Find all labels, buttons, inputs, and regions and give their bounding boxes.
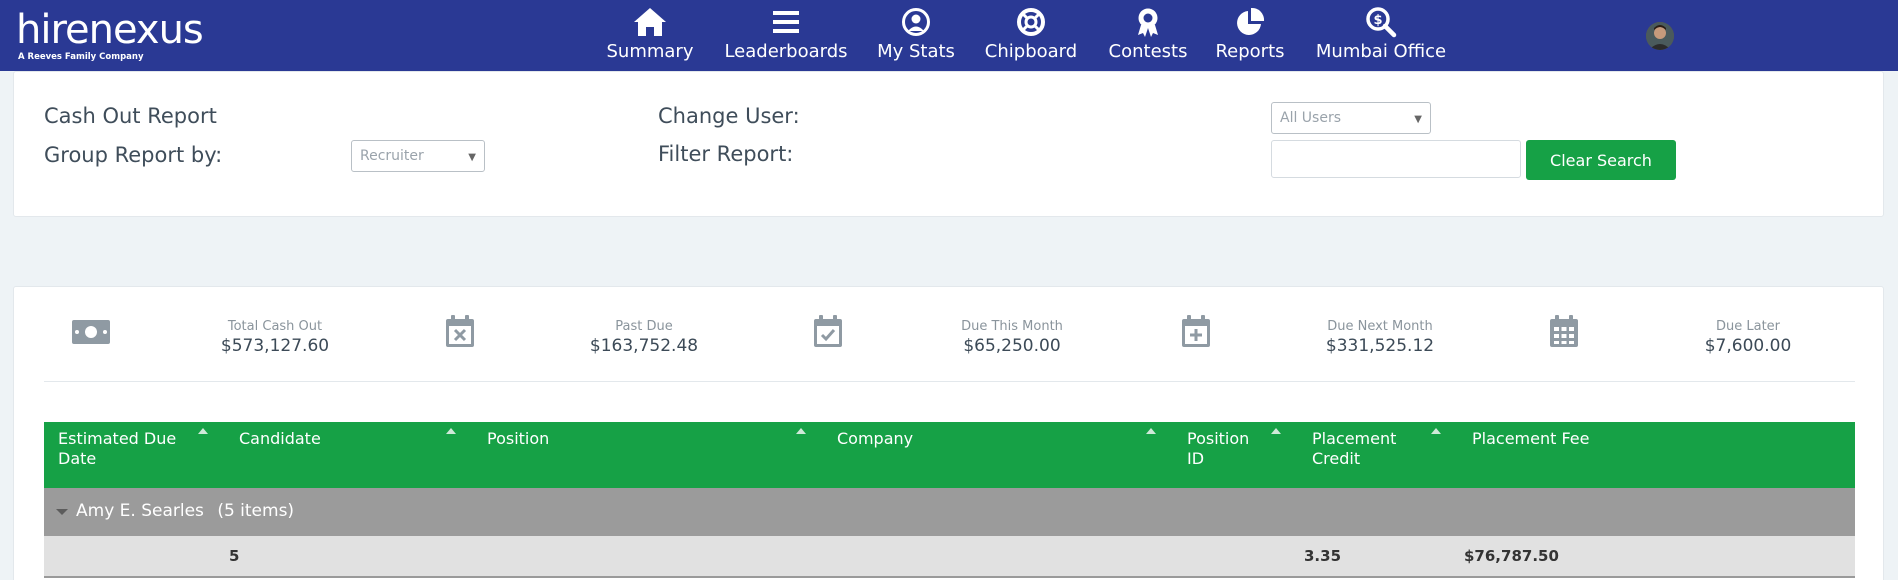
nav-label: Leaderboards <box>724 41 848 62</box>
nav-item-chipboard[interactable]: Chipboard <box>978 0 1084 71</box>
collapse-caret-icon[interactable] <box>56 509 68 515</box>
calendar-check-icon <box>812 314 844 348</box>
placement-fee-total: $76,787.50 <box>1464 547 1559 565</box>
table-group-row[interactable]: Amy E. Searles (5 items) <box>44 488 1855 536</box>
nav-label: Contests <box>1108 41 1188 62</box>
sort-icon[interactable] <box>1431 428 1441 434</box>
calendar-icon <box>1548 314 1580 348</box>
sort-icon[interactable] <box>198 428 208 434</box>
clear-search-button[interactable]: Clear Search <box>1526 140 1676 180</box>
change-user-label: Change User: <box>658 104 800 128</box>
sort-icon[interactable] <box>796 428 806 434</box>
column-header-line: Candidate <box>239 429 321 448</box>
nav-label: Reports <box>1215 41 1285 62</box>
column-header-line: Estimated Due <box>58 429 177 448</box>
column-header-line: Placement Fee <box>1472 429 1590 448</box>
search-dollar-icon: $ <box>1365 7 1397 38</box>
group-name: Amy E. Searles <box>76 501 204 521</box>
column-header-placement-fee[interactable]: Placement Fee <box>1472 429 1589 449</box>
nav-label: My Stats <box>877 41 955 62</box>
column-header-placement-credit[interactable]: Placement Credit <box>1312 429 1396 469</box>
nav-item-reports[interactable]: Reports <box>1212 0 1288 71</box>
column-header-position-id[interactable]: Position ID <box>1187 429 1249 469</box>
nav-item-leaderboards[interactable]: Leaderboards <box>718 0 854 71</box>
stat-label: Total Cash Out <box>227 319 323 334</box>
stat-total-cash-out: Total Cash Out $573,127.60 <box>175 319 375 356</box>
column-header-line: Placement <box>1312 429 1397 448</box>
table-group-totals-row: 5 3.35 $76,787.50 <box>44 536 1855 578</box>
column-header-line: ID <box>1187 449 1205 468</box>
filter-report-label: Filter Report: <box>658 142 794 166</box>
award-icon <box>1135 7 1161 37</box>
column-header-position[interactable]: Position <box>487 429 549 449</box>
column-header-line: Position <box>487 429 550 448</box>
calendar-x-icon <box>444 314 476 348</box>
nav-item-contests[interactable]: Contests <box>1104 0 1192 71</box>
svg-text:$: $ <box>1373 13 1382 28</box>
sort-icon[interactable] <box>1146 428 1156 434</box>
user-circle-icon <box>901 7 931 37</box>
stat-past-due: Past Due $163,752.48 <box>544 319 744 356</box>
chevron-down-icon: ▼ <box>1414 114 1422 125</box>
stat-due-this-month: Due This Month $65,250.00 <box>912 319 1112 356</box>
nav-item-summary[interactable]: Summary <box>602 0 698 71</box>
column-header-line: Credit <box>1312 449 1361 468</box>
stat-due-later: Due Later $7,600.00 <box>1648 319 1848 356</box>
column-header-company[interactable]: Company <box>837 429 913 449</box>
nav-label: Summary <box>606 41 694 62</box>
hirenexus-logo[interactable]: hirenexus A Reeves Family Company <box>16 7 204 62</box>
change-user-select[interactable]: All Users ▼ <box>1271 102 1431 134</box>
top-navigation-bar: hirenexus A Reeves Family Company Summar… <box>0 0 1898 71</box>
cash-out-summary-panel: Total Cash Out $573,127.60 Past Due $163… <box>13 286 1884 580</box>
stat-label: Past Due <box>615 319 673 334</box>
stat-due-next-month: Due Next Month $331,525.12 <box>1280 319 1480 356</box>
logo-wordmark: hirenexus <box>16 7 204 53</box>
stat-label: Due Later <box>1715 319 1781 334</box>
stat-label: Due Next Month <box>1327 319 1433 334</box>
stat-label: Due This Month <box>961 319 1063 334</box>
group-count: (5 items) <box>217 501 295 521</box>
stat-value: $163,752.48 <box>589 336 699 356</box>
table-header: Estimated Due Date Candidate Position Co… <box>44 422 1855 488</box>
pie-chart-icon <box>1235 7 1265 37</box>
column-header-estimated-due-date[interactable]: Estimated Due Date <box>58 429 176 469</box>
nav-item-my-stats[interactable]: My Stats <box>874 0 958 71</box>
group-by-value: Recruiter <box>360 148 424 164</box>
stat-value: $573,127.60 <box>220 336 330 356</box>
money-icon <box>71 317 111 347</box>
report-filters-panel: Cash Out Report Group Report by: Recruit… <box>13 71 1884 217</box>
column-header-candidate[interactable]: Candidate <box>239 429 321 449</box>
nav-label: Chipboard <box>984 41 1078 62</box>
sort-icon[interactable] <box>446 428 456 434</box>
calendar-plus-icon <box>1180 314 1212 348</box>
stat-value: $7,600.00 <box>1704 336 1792 356</box>
lifebuoy-icon <box>1016 7 1046 37</box>
column-header-line: Date <box>58 449 97 468</box>
candidate-count: 5 <box>229 547 240 565</box>
home-icon <box>633 7 667 37</box>
bars-icon <box>772 7 800 37</box>
column-header-line: Position <box>1187 429 1250 448</box>
user-select-value: All Users <box>1280 110 1342 126</box>
column-header-line: Company <box>837 429 914 448</box>
nav-item-mumbai-office[interactable]: $ Mumbai Office <box>1308 0 1454 71</box>
group-by-label: Group Report by: <box>44 143 223 167</box>
group-by-select[interactable]: Recruiter ▼ <box>351 140 485 172</box>
summary-divider <box>44 381 1855 382</box>
logo-tagline: A Reeves Family Company <box>18 52 144 62</box>
stat-value: $65,250.00 <box>963 336 1061 356</box>
placement-credit-total: 3.35 <box>1304 547 1342 565</box>
stat-value: $331,525.12 <box>1325 336 1435 356</box>
user-avatar[interactable] <box>1646 22 1674 50</box>
chevron-down-icon: ▼ <box>468 152 476 163</box>
group-label: Amy E. Searles (5 items) <box>76 501 294 521</box>
sort-icon[interactable] <box>1271 428 1281 434</box>
report-title: Cash Out Report <box>44 104 217 128</box>
filter-report-input[interactable] <box>1271 140 1521 178</box>
nav-label: Mumbai Office <box>1315 41 1447 62</box>
